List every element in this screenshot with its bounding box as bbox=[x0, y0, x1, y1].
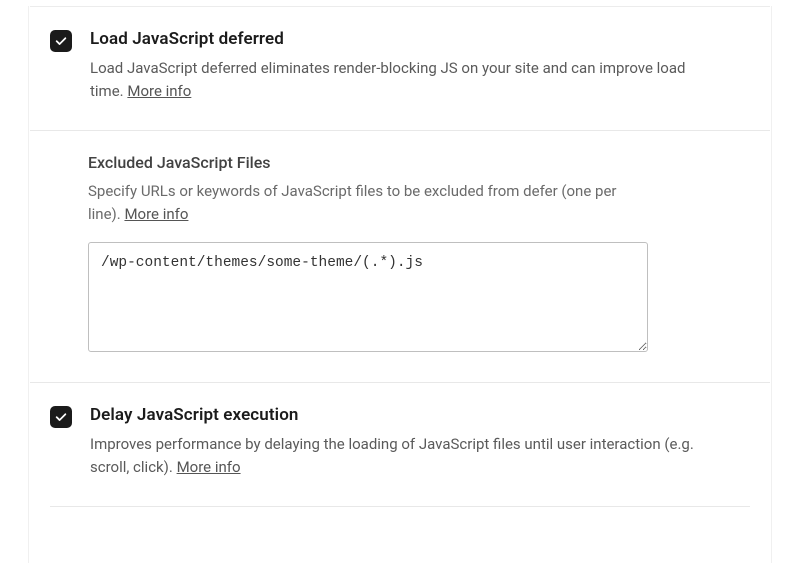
check-icon bbox=[54, 34, 68, 48]
defer-js-description: Load JavaScript deferred eliminates rend… bbox=[90, 57, 710, 104]
delay-js-title: Delay JavaScript execution bbox=[90, 405, 750, 425]
defer-js-title: Load JavaScript deferred bbox=[90, 29, 750, 49]
defer-js-more-info-link[interactable]: More info bbox=[127, 82, 191, 100]
excluded-js-section: Excluded JavaScript Files Specify URLs o… bbox=[30, 130, 770, 383]
js-settings-panel: Load JavaScript deferred Load JavaScript… bbox=[0, 6, 800, 507]
excluded-js-more-info-link[interactable]: More info bbox=[124, 205, 188, 223]
bottom-divider bbox=[50, 506, 750, 507]
delay-js-section: Delay JavaScript execution Improves perf… bbox=[30, 382, 770, 506]
delay-js-description: Improves performance by delaying the loa… bbox=[90, 433, 710, 480]
delay-js-more-info-link[interactable]: More info bbox=[177, 458, 241, 476]
defer-js-checkbox[interactable] bbox=[50, 30, 72, 52]
check-icon bbox=[54, 410, 68, 424]
delay-js-checkbox[interactable] bbox=[50, 406, 72, 428]
defer-js-section: Load JavaScript deferred Load JavaScript… bbox=[30, 6, 770, 130]
excluded-js-title: Excluded JavaScript Files bbox=[88, 153, 750, 172]
excluded-js-textarea[interactable] bbox=[88, 242, 648, 352]
excluded-js-description: Specify URLs or keywords of JavaScript f… bbox=[88, 180, 648, 227]
